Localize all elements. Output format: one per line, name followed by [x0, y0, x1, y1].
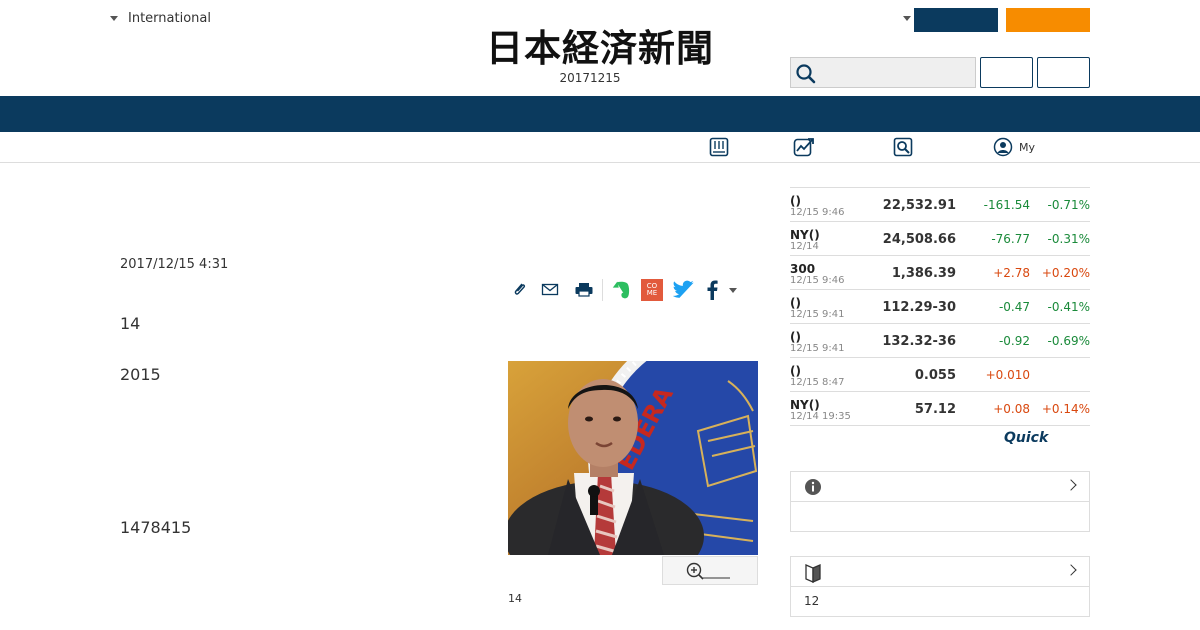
sub-navbar: My: [0, 132, 1200, 163]
search-icon: [796, 64, 816, 84]
market-name: NY(): [790, 228, 820, 242]
market-percent: +0.20%: [1041, 266, 1090, 280]
market-table: () 12/15 9:46 22,532.91 -161.54 -0.71% N…: [790, 187, 1090, 426]
my-label: My: [1019, 140, 1036, 154]
market-change: +0.08: [993, 402, 1030, 416]
market-percent: +0.14%: [1041, 402, 1090, 416]
market-value: 132.32-36: [882, 334, 956, 349]
chevron-right-icon: [1065, 479, 1077, 491]
chart-trend-icon: [793, 138, 814, 157]
article-paragraph: 2015: [120, 365, 161, 384]
chevron-right-icon: [1065, 564, 1077, 576]
market-row[interactable]: () 12/15 8:47 0.055 +0.010: [790, 358, 1090, 392]
beginner-panel: 12: [790, 556, 1090, 617]
market-value: 24,508.66: [882, 232, 956, 247]
share-divider: [602, 279, 603, 301]
market-change: -0.47: [998, 300, 1030, 314]
market-time: 12/14: [790, 241, 819, 252]
subscribe-button[interactable]: [1006, 8, 1090, 32]
article-paragraph: 1478415: [120, 518, 192, 537]
subnav-search-link[interactable]: [893, 136, 913, 158]
zoom-in-icon: [686, 562, 730, 580]
market-percent: -0.71%: [1047, 198, 1090, 212]
login-button[interactable]: [914, 8, 998, 32]
user-icon: [993, 137, 1013, 157]
subnav-paper-link[interactable]: [709, 136, 729, 158]
evernote-icon[interactable]: [611, 279, 633, 301]
info-panel-header[interactable]: [791, 472, 1089, 502]
market-percent: -0.31%: [1047, 232, 1090, 246]
newspaper-icon: [709, 137, 729, 157]
market-value: 1,386.39: [891, 266, 956, 281]
market-change: -76.77: [991, 232, 1030, 246]
issue-date: 20171215: [559, 71, 621, 85]
account-menu-caret-icon[interactable]: [903, 16, 911, 21]
share-toolbar: CO ME: [510, 278, 737, 302]
market-percent: -0.41%: [1047, 300, 1090, 314]
facebook-icon[interactable]: [705, 280, 719, 300]
market-time: 12/15 8:47: [790, 377, 845, 388]
market-time: 12/15 9:41: [790, 309, 845, 320]
market-row[interactable]: NY() 12/14 19:35 57.12 +0.08 +0.14%: [790, 392, 1090, 426]
edition-label: International: [128, 11, 211, 26]
article-photo[interactable]: EDERA: [508, 361, 758, 555]
search-input[interactable]: [790, 57, 976, 88]
info-icon: [805, 479, 821, 495]
market-percent: -0.69%: [1047, 334, 1090, 348]
subnav-market-link[interactable]: [793, 136, 815, 158]
clip-icon[interactable]: [510, 280, 530, 300]
advanced-search-button[interactable]: [1037, 57, 1090, 88]
market-row[interactable]: () 12/15 9:46 22,532.91 -161.54 -0.71%: [790, 188, 1090, 222]
market-change: +0.010: [985, 368, 1030, 382]
market-name: 300: [790, 262, 816, 276]
market-change: +2.78: [993, 266, 1030, 280]
search-box-icon: [893, 137, 913, 157]
market-name: (): [790, 194, 801, 208]
market-name: NY(): [790, 398, 820, 412]
market-time: 12/15 9:41: [790, 343, 845, 354]
site-logo[interactable]: 日本経済新聞: [450, 26, 750, 70]
main-navbar: [0, 96, 1200, 132]
search-submit-button[interactable]: [980, 57, 1033, 88]
caret-down-icon: [110, 16, 118, 21]
info-panel: [790, 471, 1090, 532]
article-paragraph: 14: [120, 314, 141, 333]
market-time: 12/15 9:46: [790, 207, 845, 218]
quick-logo[interactable]: Quick: [1004, 430, 1048, 446]
comment-share-icon[interactable]: CO ME: [641, 279, 663, 301]
article-date: 2017/12/15 4:31: [120, 257, 229, 272]
market-row[interactable]: 300 12/15 9:46 1,386.39 +2.78 +0.20%: [790, 256, 1090, 290]
edition-selector[interactable]: International: [110, 11, 211, 26]
market-row[interactable]: () 12/15 9:41 132.32-36 -0.92 -0.69%: [790, 324, 1090, 358]
market-row[interactable]: NY() 12/14 24,508.66 -76.77 -0.31%: [790, 222, 1090, 256]
market-row[interactable]: () 12/15 9:41 112.29-30 -0.47 -0.41%: [790, 290, 1090, 324]
market-name: (): [790, 364, 801, 378]
market-name: (): [790, 330, 801, 344]
mail-icon[interactable]: [540, 280, 560, 300]
market-value: 0.055: [914, 368, 956, 383]
beginner-panel-text: 12: [804, 594, 820, 608]
market-time: 12/15 9:46: [790, 275, 845, 286]
market-change: -0.92: [998, 334, 1030, 348]
market-value: 22,532.91: [882, 198, 956, 213]
beginner-mark-icon: [805, 564, 821, 583]
subnav-my-link[interactable]: My: [993, 136, 1035, 158]
photo-caption: 14: [508, 592, 522, 605]
market-time: 12/14 19:35: [790, 411, 851, 422]
market-change: -161.54: [983, 198, 1030, 212]
print-icon[interactable]: [574, 280, 594, 300]
beginner-panel-header[interactable]: [791, 557, 1089, 587]
market-name: (): [790, 296, 801, 310]
market-value: 57.12: [914, 402, 956, 417]
more-share-caret-icon[interactable]: [729, 287, 737, 293]
market-value: 112.29-30: [882, 300, 956, 315]
twitter-icon[interactable]: [673, 280, 695, 300]
zoom-photo-button[interactable]: [662, 556, 758, 585]
